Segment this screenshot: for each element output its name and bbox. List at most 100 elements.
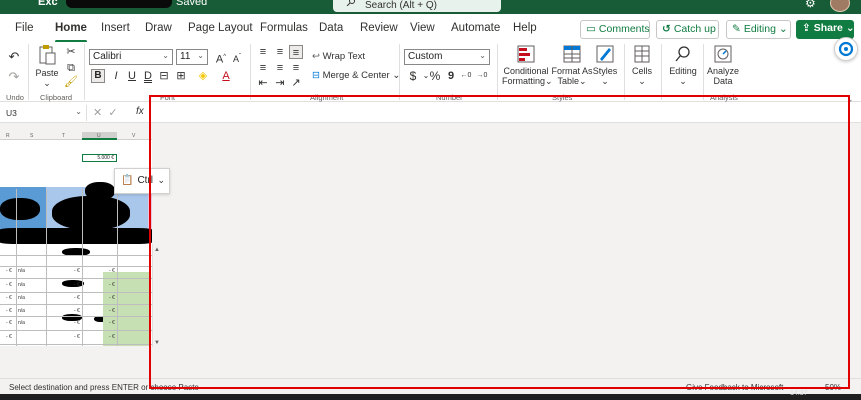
tab-draw[interactable]: Draw	[145, 22, 172, 34]
align-left-icon[interactable]: ≡	[256, 61, 270, 75]
search-box[interactable]: Search (Alt + Q)	[333, 0, 501, 12]
zoom-level[interactable]: 50%	[825, 383, 841, 392]
copilot-icon[interactable]	[834, 37, 858, 61]
table-cell[interactable]: - €	[74, 268, 80, 274]
column-header[interactable]: S	[30, 133, 33, 139]
column-header[interactable]: U	[97, 133, 101, 139]
user-avatar[interactable]	[830, 0, 850, 12]
cut-icon[interactable]: ✂	[64, 45, 78, 59]
paste-options-popup[interactable]: 📋 Ctrl ⌄	[114, 168, 170, 194]
tab-home[interactable]: Home	[55, 22, 87, 43]
paste-button[interactable]: Paste ⌄	[34, 44, 60, 88]
table-cell[interactable]: - €	[109, 282, 115, 288]
table-cell[interactable]: - €	[6, 320, 12, 326]
scroll-down-icon[interactable]: ▼	[154, 340, 160, 346]
percent-button[interactable]: %	[428, 69, 442, 83]
table-cell[interactable]: - €	[6, 268, 12, 274]
table-cell[interactable]: - €	[109, 295, 115, 301]
analyze-data-button[interactable]: Analyze Data	[706, 44, 740, 86]
grow-font-button[interactable]: A^	[214, 50, 228, 66]
table-cell[interactable]: - €	[6, 334, 12, 340]
table-cell[interactable]: n/a	[18, 295, 25, 301]
font-name-select[interactable]: Calibri ⌄	[89, 49, 173, 65]
comma-style-button[interactable]: 9	[444, 69, 458, 83]
scroll-up-icon[interactable]: ▲	[154, 247, 160, 253]
tab-help[interactable]: Help	[513, 22, 537, 34]
tab-data[interactable]: Data	[319, 22, 343, 34]
column-header[interactable]: V	[132, 133, 135, 139]
bold-button[interactable]: B	[91, 69, 105, 83]
decrease-indent-icon[interactable]: ⇤	[256, 76, 270, 90]
format-painter-icon[interactable]: 🖌	[64, 75, 78, 89]
table-cell[interactable]: - €	[6, 308, 12, 314]
cell-styles-button[interactable]: Styles ⌄	[592, 44, 618, 86]
confirm-entry-icon[interactable]: ✓	[108, 107, 117, 119]
table-cell[interactable]: - €	[6, 282, 12, 288]
decrease-decimal-icon[interactable]: →0	[475, 69, 489, 83]
increase-decimal-icon[interactable]: ←0	[459, 69, 473, 83]
table-cell[interactable]: - €	[74, 308, 80, 314]
comments-button[interactable]: ▭ Comments	[580, 20, 650, 39]
column-header[interactable]: R	[6, 133, 10, 139]
font-size-select[interactable]: 11 ⌄	[176, 49, 208, 65]
worksheet-area[interactable]: R S T U V 5.000 € - € n/a - € - € - € n/…	[0, 123, 861, 378]
italic-button[interactable]: I	[109, 69, 123, 83]
table-cell[interactable]: - €	[74, 295, 80, 301]
wrap-text-button[interactable]: ↩ Wrap Text	[312, 52, 365, 62]
table-cell[interactable]: - €	[109, 268, 115, 274]
selected-cell[interactable]: 5.000 €	[82, 154, 117, 162]
double-underline-button[interactable]: D	[141, 69, 155, 83]
tab-insert[interactable]: Insert	[101, 22, 130, 34]
align-bottom-icon[interactable]: ≡	[289, 45, 303, 59]
table-cell[interactable]: - €	[109, 334, 115, 340]
editing-mode-button[interactable]: ✎ Editing ⌄	[726, 20, 791, 39]
name-box[interactable]: U3 ⌄	[3, 105, 87, 121]
fill-color-icon[interactable]: ◈	[196, 69, 210, 83]
table-cell[interactable]: - €	[74, 334, 80, 340]
tab-view[interactable]: View	[410, 22, 435, 34]
align-right-icon[interactable]: ≡	[289, 61, 303, 75]
cells-button[interactable]: Cells ⌄	[630, 44, 654, 86]
align-center-icon[interactable]: ≡	[273, 61, 287, 75]
table-cell[interactable]: - €	[109, 308, 115, 314]
merge-center-button[interactable]: ⊟ Merge & Center ⌄	[312, 71, 400, 81]
table-cell[interactable]: - €	[109, 320, 115, 326]
align-middle-icon[interactable]: ≡	[273, 45, 287, 59]
conditional-formatting-button[interactable]: Conditional Formatting⌄	[502, 44, 553, 86]
cancel-entry-icon[interactable]: ✕	[93, 107, 102, 119]
catch-up-button[interactable]: ↺ Catch up	[656, 20, 719, 39]
chevron-down-icon[interactable]: ⌄	[157, 175, 165, 186]
sheet-viewport[interactable]: R S T U V 5.000 € - € n/a - € - € - € n/…	[0, 132, 152, 346]
align-top-icon[interactable]: ≡	[256, 45, 270, 59]
tab-file[interactable]: File	[15, 22, 34, 34]
feedback-link[interactable]: Give Feedback to Microsoft	[686, 383, 783, 392]
tab-review[interactable]: Review	[360, 22, 398, 34]
tab-formulas[interactable]: Formulas	[260, 22, 308, 34]
table-cell[interactable]: n/a	[18, 308, 25, 314]
editing-button[interactable]: Editing ⌄	[667, 44, 699, 86]
table-cell[interactable]: - €	[74, 320, 80, 326]
tab-automate[interactable]: Automate	[451, 22, 500, 34]
shrink-font-button[interactable]: Aˇ	[230, 50, 244, 64]
format-as-table-button[interactable]: Format As Table⌄	[551, 44, 593, 86]
currency-button[interactable]: $	[406, 69, 420, 83]
copy-icon[interactable]: ⧉	[64, 61, 78, 75]
underline-button[interactable]: U	[125, 69, 139, 83]
table-cell[interactable]: n/a	[18, 268, 25, 274]
table-cell[interactable]: n/a	[18, 320, 25, 326]
tab-page-layout[interactable]: Page Layout	[188, 22, 253, 34]
column-header[interactable]: T	[62, 133, 65, 139]
number-format-select[interactable]: Custom ⌄	[404, 49, 490, 65]
insert-function-button[interactable]: fx	[136, 106, 144, 117]
redo-icon[interactable]: ↷	[7, 70, 21, 84]
table-cell[interactable]: - €	[74, 282, 80, 288]
vertical-scrollbar[interactable]: ▲ ▼	[152, 244, 161, 347]
table-cell[interactable]: n/a	[18, 282, 25, 288]
undo-icon[interactable]: ↶	[7, 50, 21, 64]
orientation-icon[interactable]: ↗	[289, 76, 303, 90]
settings-gear-icon[interactable]: ⚙	[805, 0, 816, 10]
font-color-icon[interactable]: A	[219, 69, 233, 83]
table-cell[interactable]: - €	[6, 295, 12, 301]
strikethrough-icon[interactable]: ⊟	[157, 69, 171, 83]
zoom-slider[interactable]	[778, 387, 818, 388]
